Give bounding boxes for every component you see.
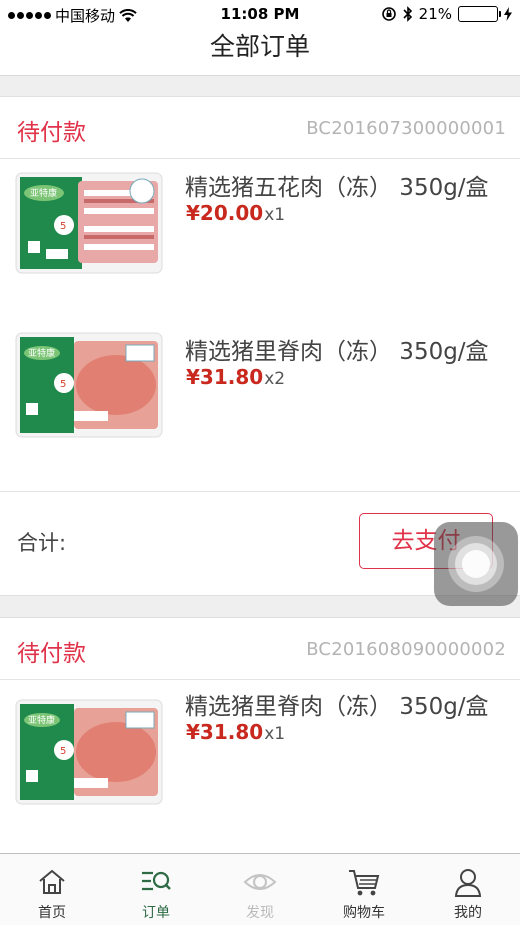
home-icon: [39, 869, 65, 894]
status-bar: 中国移动 11:08 PM 21%: [0, 0, 520, 28]
order-status: 待付款: [17, 120, 86, 146]
page-title: 全部订单: [209, 32, 310, 61]
battery-icon: [458, 6, 501, 22]
tab-cart[interactable]: 购物车: [312, 854, 416, 925]
order-header: 待付款 BC201607300000001: [0, 97, 520, 159]
tab-label: 我的: [454, 905, 482, 921]
tab-label: 购物车: [343, 905, 385, 921]
product-name: 精选猪里脊肉（冻） 350g/盒: [185, 694, 489, 720]
tab-profile[interactable]: 我的: [416, 854, 520, 925]
product-quantity: x1: [264, 205, 286, 225]
order-card[interactable]: 待付款 BC201608090000002 亚特康 5 精选猪里脊肉（冻） 35…: [0, 617, 520, 853]
tab-discover[interactable]: 发现: [208, 854, 312, 925]
order-item[interactable]: 亚特康 5 精选猪五花肉（冻） 350g/盒 ¥20.00x1: [0, 159, 520, 325]
svg-text:亚特康: 亚特康: [28, 347, 55, 359]
bluetooth-icon: [403, 6, 412, 22]
product-quantity: x2: [264, 369, 286, 389]
rotation-lock-icon: [381, 7, 396, 21]
order-item[interactable]: 亚特康 5 精选猪里脊肉（冻） 350g/盒 ¥31.80x1: [0, 680, 520, 846]
order-status: 待付款: [17, 641, 86, 667]
svg-text:5: 5: [60, 379, 66, 390]
tab-label: 首页: [38, 905, 66, 921]
user-icon: [454, 869, 482, 897]
order-header: 待付款 BC201608090000002: [0, 618, 520, 680]
svg-text:5: 5: [60, 221, 66, 232]
total-label: 合计:: [17, 531, 67, 555]
tab-label: 订单: [142, 905, 170, 921]
order-number: BC201608090000002: [306, 639, 506, 660]
eye-icon: [243, 874, 277, 890]
product-price: ¥20.00x1: [186, 201, 286, 225]
assistive-touch-button[interactable]: [434, 522, 518, 606]
order-item[interactable]: 亚特康 5 精选猪里脊肉（冻） 350g/盒 ¥31.80x2: [0, 325, 520, 491]
product-name: 精选猪五花肉（冻） 350g/盒: [185, 175, 489, 201]
order-card[interactable]: 待付款 BC201607300000001 亚特康 5 精选猪五花肉（冻） 35…: [0, 96, 520, 596]
product-image-pork-tenderloin: 亚特康 5: [15, 332, 163, 438]
svg-text:亚特康: 亚特康: [30, 187, 57, 199]
svg-text:5: 5: [60, 746, 66, 757]
tab-home[interactable]: 首页: [0, 854, 104, 925]
product-name: 精选猪里脊肉（冻） 350g/盒: [185, 339, 489, 365]
charging-icon: [504, 7, 512, 21]
product-price: ¥31.80x1: [186, 720, 286, 744]
cart-icon: [349, 870, 380, 896]
battery-percent: 21%: [418, 5, 452, 23]
product-quantity: x1: [264, 724, 286, 744]
tab-label: 发现: [246, 905, 274, 921]
svg-text:亚特康: 亚特康: [28, 714, 55, 726]
order-search-icon: [142, 871, 171, 891]
product-image-pork-tenderloin: 亚特康 5: [15, 699, 163, 805]
tab-orders[interactable]: 订单: [104, 854, 208, 925]
order-number: BC201607300000001: [306, 118, 506, 139]
product-price: ¥31.80x2: [186, 365, 286, 389]
product-image-pork-belly: 亚特康 5: [15, 172, 163, 274]
nav-bar: 全部订单: [0, 28, 520, 76]
tab-bar: 首页 订单 发现 购物车 我的: [0, 853, 520, 925]
